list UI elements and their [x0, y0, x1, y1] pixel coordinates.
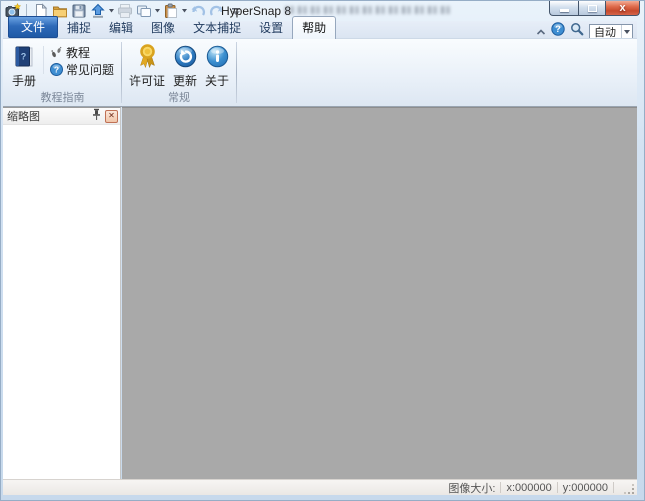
zoom-mode-dropdown[interactable] — [621, 25, 632, 38]
update-label: 更新 — [173, 74, 198, 88]
thumbnail-panel-content[interactable] — [3, 125, 120, 479]
status-separator — [500, 482, 502, 493]
thumbnail-panel-header: 缩略图 ✕ — [3, 108, 120, 125]
resize-grip-icon — [624, 483, 634, 494]
info-circle-icon — [206, 45, 228, 68]
manual-button[interactable]: ? 手册 — [7, 41, 41, 92]
ribbon-group-separator — [121, 42, 123, 103]
chevron-up-icon — [536, 28, 546, 35]
image-size-label: 图像大小: — [448, 482, 496, 495]
thumbnail-panel-title: 缩略图 — [7, 111, 40, 123]
faq-button[interactable]: ? 常见问题 — [46, 61, 118, 77]
question-circle-icon: ? — [551, 22, 565, 36]
maximize-icon — [587, 4, 597, 12]
tab-help[interactable]: 帮助 — [292, 16, 337, 39]
ribbon: ? 手册 教程 ? 常见问题 教程指南 许可证 更新 关于 常规 — [3, 38, 637, 107]
status-bar: 图像大小: x:000000 y:000000 — [3, 479, 637, 495]
ribbon-group-tutorial-guide: ? 手册 教程 ? 常见问题 教程指南 — [5, 39, 120, 106]
gold-medal-icon — [139, 44, 155, 69]
svg-text:?: ? — [54, 64, 59, 74]
refresh-circle-icon — [174, 45, 196, 68]
tab-file[interactable]: 文件 — [8, 16, 59, 38]
chevron-down-icon — [108, 8, 114, 12]
tab-text-capture[interactable]: 文本捕捉 — [184, 17, 250, 38]
ribbon-group-general: 许可证 更新 关于 常规 — [123, 39, 235, 106]
tab-settings[interactable]: 设置 — [250, 17, 292, 38]
ribbon-tab-bar: 文件 捕捉 编辑 图像 文本捕捉 设置 帮助 ? 自动 — [3, 16, 637, 39]
close-icon: x — [619, 1, 626, 14]
window-title: HyperSnap 8 — [221, 4, 292, 18]
app-window: HyperSnap 8 x 文件 捕捉 编辑 图像 文本捕捉 设置 帮助 ? 自… — [0, 0, 645, 501]
status-separator — [556, 482, 558, 493]
chevron-down-icon — [154, 8, 160, 12]
svg-text:?: ? — [555, 24, 561, 34]
cursor-x-value: x:000000 — [506, 481, 552, 494]
svg-text:?: ? — [21, 51, 27, 61]
resize-grip[interactable] — [623, 483, 635, 495]
license-button[interactable]: 许可证 — [125, 41, 169, 92]
minimize-icon — [559, 9, 569, 12]
window-controls: x — [549, 1, 640, 16]
tab-capture[interactable]: 捕捉 — [58, 17, 100, 38]
pin-icon — [93, 108, 100, 120]
magnifier-icon — [571, 23, 584, 36]
chevron-down-icon — [181, 8, 187, 12]
group-label-tutorial-guide: 教程指南 — [40, 92, 85, 104]
about-label: 关于 — [205, 74, 230, 88]
cursor-y-value: y:000000 — [562, 481, 608, 494]
tutorial-label: 教程 — [66, 45, 91, 60]
status-separator — [613, 482, 614, 493]
group-label-general: 常规 — [168, 92, 191, 104]
pin-panel-button[interactable] — [91, 108, 102, 124]
glass-background-smudge — [285, 6, 451, 14]
tutorial-button[interactable]: 教程 — [46, 44, 118, 60]
question-circle-icon: ? — [50, 62, 63, 76]
manual-label: 手册 — [11, 74, 36, 88]
maximize-button[interactable] — [578, 1, 605, 16]
about-button[interactable]: 关于 — [201, 41, 233, 92]
thumbnail-panel: 缩略图 ✕ — [3, 107, 121, 479]
tab-image[interactable]: 图像 — [142, 17, 184, 38]
footprints-icon — [51, 46, 62, 57]
update-button[interactable]: 更新 — [169, 41, 201, 92]
chevron-down-icon — [624, 29, 630, 34]
close-button[interactable]: x — [605, 1, 640, 16]
close-icon: ✕ — [108, 111, 115, 120]
ribbon-group-separator — [236, 42, 238, 103]
group-inner-separator — [43, 46, 44, 74]
license-label: 许可证 — [129, 74, 166, 88]
minimize-button[interactable] — [549, 1, 578, 16]
tab-edit[interactable]: 编辑 — [100, 17, 142, 38]
workspace-canvas[interactable] — [122, 107, 637, 479]
zoom-mode-select[interactable]: 自动 — [589, 24, 633, 39]
book-icon: ? — [15, 46, 33, 66]
close-panel-button[interactable]: ✕ — [105, 109, 118, 123]
faq-label: 常见问题 — [66, 62, 115, 77]
